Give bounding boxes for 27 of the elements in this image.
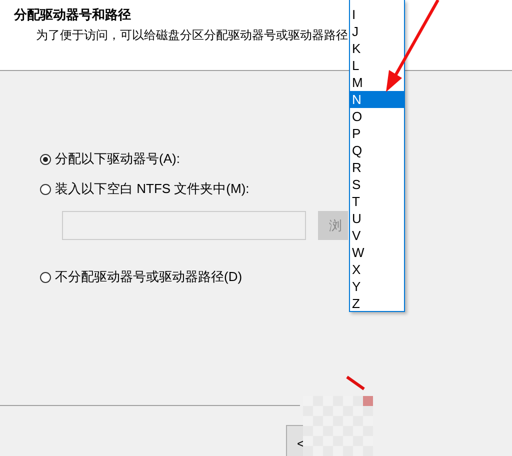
drive-letter-item[interactable]: J	[350, 23, 404, 40]
drive-letter-item[interactable]: Z	[350, 295, 404, 312]
drive-letter-item[interactable]: S	[350, 176, 404, 193]
radio-button[interactable]	[40, 184, 51, 194]
page-description: 为了便于访问，可以给磁盘分区分配驱动器号或驱动器路径	[36, 27, 348, 44]
drive-letter-item[interactable]: I	[350, 6, 404, 23]
drive-letter-item[interactable]: Y	[350, 278, 404, 295]
drive-letter-item[interactable]: R	[350, 159, 404, 176]
drive-letter-item[interactable]: Q	[350, 142, 404, 159]
radio-button[interactable]	[40, 154, 51, 164]
drive-letter-item[interactable]: M	[350, 74, 404, 91]
drive-letter-item[interactable]: X	[350, 261, 404, 278]
drive-letter-item[interactable]: U	[350, 210, 404, 227]
drive-letter-item[interactable]: L	[350, 57, 404, 74]
radio-option[interactable]: 装入以下空白 NTFS 文件夹中(M):	[40, 179, 250, 199]
radio-button[interactable]	[40, 272, 51, 282]
drive-letter-item[interactable]: T	[350, 193, 404, 210]
drive-letter-item[interactable]: P	[350, 125, 404, 142]
radio-option[interactable]: 不分配驱动器号或驱动器路径(D)	[40, 267, 242, 287]
drive-letter-item[interactable]: V	[350, 227, 404, 244]
annotation-line	[346, 376, 365, 390]
drive-letter-item[interactable]: K	[350, 40, 404, 57]
page-title: 分配驱动器号和路径	[14, 6, 131, 24]
drive-letter-item[interactable]: O	[350, 108, 404, 125]
radio-option[interactable]: 分配以下驱动器号(A):	[40, 149, 180, 169]
drive-letter-item[interactable]: W	[350, 244, 404, 261]
drive-letter-item[interactable]: N	[350, 91, 404, 108]
